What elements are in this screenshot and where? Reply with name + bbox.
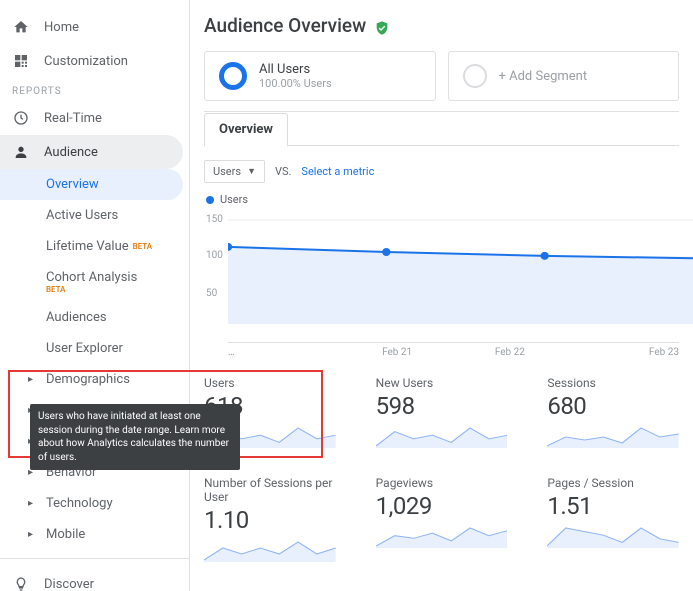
metric-new-users[interactable]: New Users 598 [376, 376, 508, 452]
metric-label: New Users [376, 376, 508, 390]
subnav-active-users[interactable]: Active Users [0, 200, 183, 231]
tooltip: Users who have initiated at least one se… [190, 404, 240, 470]
page-title: Audience Overview [204, 14, 366, 37]
sidebar-item-label: Audience [44, 145, 98, 160]
sparkline [547, 424, 679, 448]
subnav-label: Audiences [46, 310, 107, 325]
metric-value: 598 [376, 392, 508, 420]
verified-shield-icon [374, 18, 390, 34]
caret-icon: ▸ [28, 498, 38, 509]
metric-value: 680 [547, 392, 679, 420]
caret-icon: ▸ [28, 529, 38, 540]
sidebar: Home Customization Reports Real-Time Aud… [0, 0, 190, 591]
metric-selector[interactable]: Users ▼ [204, 160, 265, 183]
metric-selector-label: Users [213, 165, 241, 178]
metric-pageviews[interactable]: Pageviews 1,029 [376, 476, 508, 566]
metric-label: Users [204, 376, 336, 390]
lightbulb-icon [12, 575, 30, 591]
beta-badge: BETA [133, 242, 152, 251]
subnav-label: Active Users [46, 208, 118, 223]
tab-overview[interactable]: Overview [204, 113, 288, 147]
metric-label: Sessions [547, 376, 679, 390]
subnav-overview[interactable]: Overview [0, 169, 183, 200]
tooltip-text: Users who have initiated at least one se… [190, 411, 229, 463]
sparkline [376, 424, 508, 448]
dashboard-icon [12, 52, 30, 70]
expandable-label: Technology [46, 496, 113, 511]
subnav-lifetime-value[interactable]: Lifetime Value BETA [0, 231, 183, 262]
legend-dot-icon [206, 196, 214, 204]
subnav-demographics[interactable]: ▸ Demographics [0, 364, 189, 395]
sidebar-item-label: Discover [44, 577, 94, 591]
donut-icon [219, 62, 247, 90]
subnav-technology[interactable]: ▸ Technology [0, 488, 189, 519]
x-tick: Feb 21 [341, 343, 454, 358]
metric-sessions[interactable]: Sessions 680 [547, 376, 679, 452]
subnav-user-explorer[interactable]: User Explorer [0, 333, 183, 364]
segment-title: All Users [259, 62, 332, 77]
metric-label: Pages / Session [547, 476, 679, 490]
chevron-down-icon: ▼ [247, 166, 256, 177]
line-chart: 150 100 50 [204, 212, 679, 342]
y-tick: 50 [206, 288, 217, 299]
subnav-label: Overview [46, 177, 99, 192]
home-icon [12, 18, 30, 36]
x-tick: … [228, 343, 341, 358]
sidebar-item-discover[interactable]: Discover [0, 567, 189, 591]
metric-pages-per-session[interactable]: Pages / Session 1.51 [547, 476, 679, 566]
subnav-label: Lifetime Value [46, 239, 129, 254]
sparkline [376, 524, 508, 548]
metric-value: 1,029 [376, 492, 508, 520]
x-tick: Feb 22 [454, 343, 567, 358]
subnav-cohort-analysis[interactable]: Cohort Analysis BETA [0, 262, 183, 302]
subnav-audiences[interactable]: Audiences [0, 302, 183, 333]
donut-placeholder-icon [463, 64, 487, 88]
clock-icon [12, 109, 30, 127]
metric-label: Pageviews [376, 476, 508, 490]
tab-label: Overview [219, 122, 273, 137]
add-segment-label: + Add Segment [499, 69, 588, 84]
beta-badge: BETA [46, 285, 65, 294]
metric-label: Number of Sessions per User [204, 476, 336, 504]
expandable-label: Mobile [46, 527, 85, 542]
audience-subnav: Overview Active Users Lifetime Value BET… [0, 169, 189, 364]
metrics-grid: Users618New Users598Sessions680Number of… [204, 376, 679, 591]
vs-label: VS. [275, 165, 291, 178]
y-tick: 100 [206, 250, 223, 261]
main-content: Audience Overview All Users 100.00% User… [190, 0, 693, 591]
sparkline [204, 538, 336, 562]
sparkline [547, 524, 679, 548]
y-tick: 150 [206, 214, 223, 225]
segment-all-users[interactable]: All Users 100.00% Users [204, 51, 436, 101]
x-tick: Feb 23 [566, 343, 679, 358]
sidebar-item-label: Home [44, 20, 79, 35]
segment-subtitle: 100.00% Users [259, 77, 332, 90]
sidebar-item-label: Customization [44, 54, 128, 69]
subnav-mobile[interactable]: ▸ Mobile [0, 519, 189, 550]
divider [0, 558, 189, 559]
metric-value: 1.51 [547, 492, 679, 520]
select-metric-link[interactable]: Select a metric [301, 165, 374, 178]
legend-series-users: Users [220, 193, 248, 206]
sidebar-item-audience[interactable]: Audience [0, 135, 183, 169]
subnav-label: Cohort Analysis [46, 270, 137, 285]
sidebar-item-customization[interactable]: Customization [0, 44, 189, 78]
metric-sessions-per-user[interactable]: Number of Sessions per User1.10 [204, 476, 336, 566]
subnav-label: User Explorer [46, 341, 123, 356]
add-segment-button[interactable]: + Add Segment [448, 51, 680, 101]
sidebar-item-home[interactable]: Home [0, 10, 189, 44]
expandable-label: Demographics [46, 372, 130, 387]
caret-icon: ▸ [28, 374, 38, 385]
sidebar-item-real-time[interactable]: Real-Time [0, 101, 189, 135]
section-label-reports: Reports [0, 78, 189, 101]
metric-value: 1.10 [204, 506, 336, 534]
person-icon [12, 143, 30, 161]
sidebar-item-label: Real-Time [44, 111, 102, 126]
